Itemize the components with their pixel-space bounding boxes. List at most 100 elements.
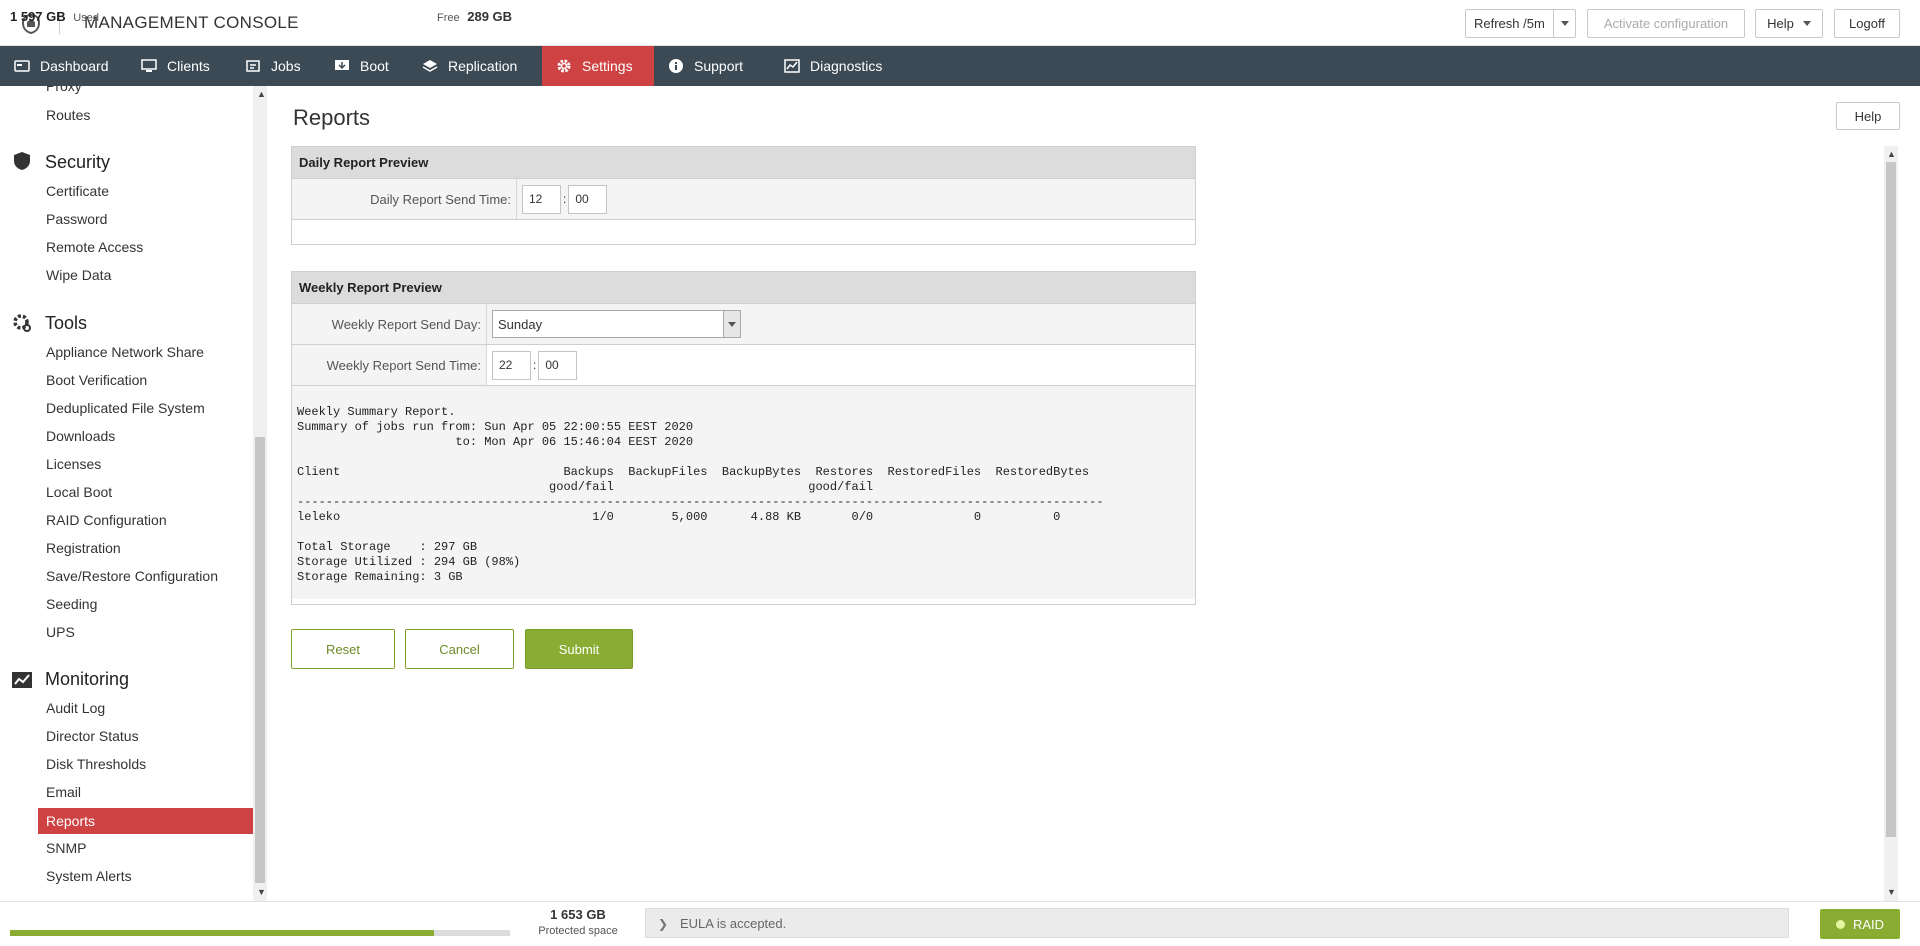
gear-icon xyxy=(557,59,571,73)
nav-jobs[interactable]: Jobs xyxy=(231,46,320,86)
sidebar-scrollbar-thumb[interactable] xyxy=(255,437,265,883)
sidebar-item-raid-configuration[interactable]: RAID Configuration xyxy=(46,512,167,528)
raid-status-button[interactable]: RAID xyxy=(1820,909,1900,939)
weekly-send-day-select[interactable]: Sunday xyxy=(492,310,741,338)
reset-label: Reset xyxy=(326,641,360,657)
nav-support[interactable]: Support xyxy=(654,46,770,86)
nav-clients[interactable]: Clients xyxy=(127,46,231,86)
protected-space-label: Protected space xyxy=(538,925,618,937)
nav-boot[interactable]: Boot xyxy=(320,46,408,86)
storage-used-label: Used xyxy=(73,12,99,24)
sidebar-item-system-alerts[interactable]: System Alerts xyxy=(46,868,132,884)
sidebar-item-password[interactable]: Password xyxy=(46,211,107,227)
nav-label: Settings xyxy=(582,58,633,74)
sidebar-item-boot-verification[interactable]: Boot Verification xyxy=(46,372,147,388)
activate-configuration-button[interactable]: Activate configuration xyxy=(1587,9,1745,38)
dashboard-icon xyxy=(14,60,30,72)
nav-dashboard[interactable]: Dashboard xyxy=(0,46,127,86)
nav-replication[interactable]: Replication xyxy=(408,46,542,86)
sidebar-section-tools: Tools xyxy=(45,313,88,333)
cancel-button[interactable]: Cancel xyxy=(405,629,514,669)
weekly-hour-input[interactable]: 22 xyxy=(492,350,531,380)
boot-icon xyxy=(335,60,349,70)
activate-label: Activate configuration xyxy=(1603,16,1729,31)
nav-label: Replication xyxy=(448,58,518,74)
sidebar-item-licenses[interactable]: Licenses xyxy=(46,456,101,472)
storage-used: 1 597 GB Used xyxy=(10,9,99,24)
daily-report-panel: Daily Report Preview Daily Report Send T… xyxy=(291,146,1196,245)
sidebar-item-appliance-network-share[interactable]: Appliance Network Share xyxy=(46,344,204,360)
sidebar-item-save-restore-configuration[interactable]: Save/Restore Configuration xyxy=(46,568,218,584)
sidebar-item-certificate[interactable]: Certificate xyxy=(46,183,109,199)
help-menu-label: Help xyxy=(1767,16,1794,31)
nav-label: Jobs xyxy=(271,58,301,74)
main-scroll-down-icon[interactable]: ▼ xyxy=(1887,887,1896,897)
chevron-down-icon xyxy=(1802,21,1811,26)
storage-free-value: 289 GB xyxy=(467,9,513,24)
storage-free-label: Free xyxy=(437,12,460,24)
chevron-right-icon: ❯ xyxy=(658,917,669,931)
daily-send-time-value: 12 : 00 xyxy=(517,179,1195,219)
weekly-report-header: Weekly Report Preview xyxy=(292,272,1195,304)
daily-send-time-row: Daily Report Send Time: 12 : 00 xyxy=(292,179,1195,220)
weekly-send-time-value: 22 : 00 xyxy=(487,345,1195,385)
chart-icon xyxy=(784,59,800,73)
eula-status-bar[interactable]: ❯ EULA is accepted. xyxy=(645,908,1789,938)
main-scrollbar-thumb[interactable] xyxy=(1886,162,1896,837)
reset-button[interactable]: Reset xyxy=(291,629,395,669)
sidebar-item-reports[interactable]: Reports xyxy=(38,808,253,834)
weekly-send-day-label: Weekly Report Send Day: xyxy=(292,304,487,344)
daily-minute-input[interactable]: 00 xyxy=(568,184,608,214)
sidebar-item-director-status[interactable]: Director Status xyxy=(46,728,139,744)
sidebar-item-email[interactable]: Email xyxy=(46,784,81,800)
sidebar-item-snmp[interactable]: SNMP xyxy=(46,840,86,856)
daily-hour-input[interactable]: 12 xyxy=(522,184,561,214)
sidebar-item-downloads[interactable]: Downloads xyxy=(46,428,115,444)
sidebar-item-audit-log[interactable]: Audit Log xyxy=(46,700,105,716)
weekly-minute-input[interactable]: 00 xyxy=(538,350,578,380)
sidebar-item-registration[interactable]: Registration xyxy=(46,540,121,556)
sidebar-item-remote-access[interactable]: Remote Access xyxy=(46,239,143,255)
logoff-label: Logoff xyxy=(1849,16,1885,31)
chevron-down-icon xyxy=(1560,21,1569,26)
daily-report-header: Daily Report Preview xyxy=(292,147,1195,179)
refresh-dropdown-button[interactable] xyxy=(1553,9,1576,38)
main-scroll-up-icon[interactable]: ▲ xyxy=(1887,149,1896,159)
status-dot-icon xyxy=(1835,919,1845,929)
top-header: MANAGEMENT CONSOLE Refresh /5m Activate … xyxy=(0,0,1920,46)
submit-button[interactable]: Submit xyxy=(525,629,633,669)
protected-space: 1 653 GB Protected space xyxy=(533,907,623,937)
refresh-button[interactable]: Refresh /5m xyxy=(1465,9,1562,38)
sidebar-item-seeding[interactable]: Seeding xyxy=(46,596,97,612)
settings-sidebar: Proxy Routes Security Certificate Passwo… xyxy=(0,86,255,901)
sidebar-item-deduplicated-file-system[interactable]: Deduplicated File System xyxy=(46,400,205,416)
sidebar-item-local-boot[interactable]: Local Boot xyxy=(46,484,112,500)
sidebar-item-wipe-data[interactable]: Wipe Data xyxy=(46,267,111,283)
nav-settings[interactable]: Settings xyxy=(542,46,654,86)
sidebar-item-ups[interactable]: UPS xyxy=(46,624,75,640)
refresh-label: Refresh /5m xyxy=(1474,16,1545,31)
cancel-label: Cancel xyxy=(439,641,480,657)
storage-usage-bar xyxy=(10,930,510,936)
nav-label: Dashboard xyxy=(40,58,109,74)
weekly-send-day-value: Sunday xyxy=(487,304,1195,344)
logoff-button[interactable]: Logoff xyxy=(1834,9,1900,38)
chevron-down-icon[interactable] xyxy=(723,311,740,337)
sidebar-item-proxy[interactable]: Proxy xyxy=(46,86,82,94)
app-title: MANAGEMENT CONSOLE xyxy=(84,13,299,32)
sidebar-item-routes[interactable]: Routes xyxy=(46,107,90,123)
weekly-report-panel: Weekly Report Preview Weekly Report Send… xyxy=(291,271,1196,605)
nav-label: Diagnostics xyxy=(810,58,883,74)
page-help-label: Help xyxy=(1854,108,1882,124)
weekly-report-preview: Weekly Summary Report. Summary of jobs r… xyxy=(292,386,1195,599)
protected-space-value: 1 653 GB xyxy=(550,907,606,922)
jobs-icon xyxy=(246,60,260,72)
page-help-button[interactable]: Help xyxy=(1836,102,1900,130)
sidebar-section-monitoring: Monitoring xyxy=(45,669,130,689)
nav-diagnostics[interactable]: Diagnostics xyxy=(770,46,890,86)
help-menu-button[interactable]: Help xyxy=(1755,9,1823,38)
sidebar-item-disk-thresholds[interactable]: Disk Thresholds xyxy=(46,756,146,772)
scroll-up-icon[interactable]: ▲ xyxy=(257,89,266,99)
scroll-down-icon[interactable]: ▼ xyxy=(257,887,266,897)
page-title: Reports xyxy=(293,105,371,130)
